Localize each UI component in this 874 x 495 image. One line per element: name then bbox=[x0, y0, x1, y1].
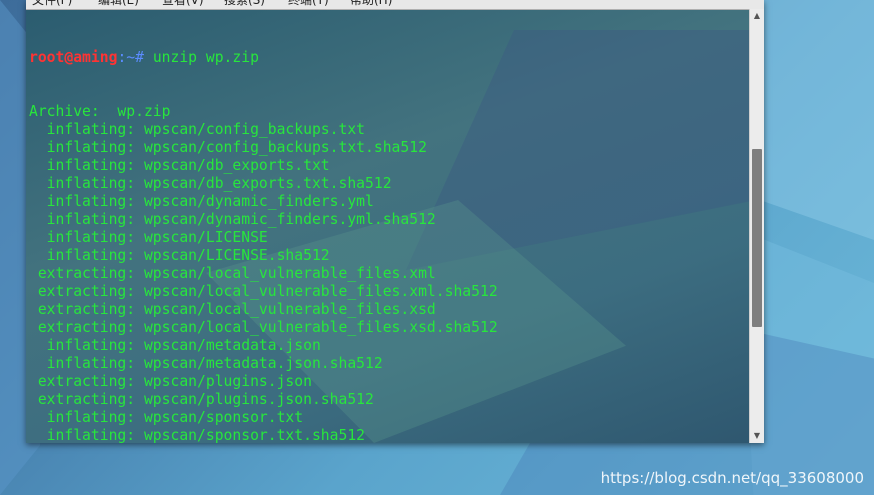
menu-item-edit[interactable]: 编辑(E) bbox=[98, 0, 139, 8]
menu-item-terminal[interactable]: 终端(T) bbox=[288, 0, 329, 8]
terminal-window[interactable]: 文件(F) 编辑(E) 查看(V) 搜索(S) 终端(T) 帮助(H) root… bbox=[26, 0, 764, 443]
output-line: inflating: wpscan/config_backups.txt.sha… bbox=[29, 139, 427, 156]
scroll-down-arrow-icon[interactable]: ▼ bbox=[750, 429, 764, 443]
output-line: extracting: wpscan/plugins.json bbox=[29, 373, 312, 390]
output-line: Archive: wp.zip bbox=[29, 103, 171, 120]
output-lines: Archive: wp.zip inflating: wpscan/config… bbox=[29, 103, 751, 443]
menu-item-file[interactable]: 文件(F) bbox=[32, 0, 72, 8]
prompt-line: root@aming:~# unzip wp.zip bbox=[29, 49, 751, 67]
output-line: inflating: wpscan/metadata.json bbox=[29, 337, 321, 354]
vertical-scrollbar[interactable]: ▲ ▼ bbox=[749, 9, 764, 443]
output-line: inflating: wpscan/dynamic_finders.yml bbox=[29, 193, 374, 210]
scroll-up-arrow-icon[interactable]: ▲ bbox=[750, 9, 764, 23]
menu-item-search[interactable]: 搜索(S) bbox=[224, 0, 265, 8]
output-line: inflating: wpscan/sponsor.txt.sha512 bbox=[29, 427, 366, 443]
output-line: inflating: wpscan/sponsor.txt bbox=[29, 409, 304, 426]
output-line: inflating: wpscan/LICENSE bbox=[29, 229, 268, 246]
output-line: inflating: wpscan/dynamic_finders.yml.sh… bbox=[29, 211, 436, 228]
menu-item-help[interactable]: 帮助(H) bbox=[350, 0, 392, 8]
output-line: inflating: wpscan/db_exports.txt.sha512 bbox=[29, 175, 392, 192]
output-line: extracting: wpscan/local_vulnerable_file… bbox=[29, 301, 436, 318]
menu-bar: 文件(F) 编辑(E) 查看(V) 搜索(S) 终端(T) 帮助(H) bbox=[26, 0, 764, 10]
output-line: inflating: wpscan/LICENSE.sha512 bbox=[29, 247, 330, 264]
menu-item-view[interactable]: 查看(V) bbox=[162, 0, 204, 8]
output-line: extracting: wpscan/local_vulnerable_file… bbox=[29, 283, 498, 300]
watermark-text: https://blog.csdn.net/qq_33608000 bbox=[600, 469, 864, 487]
output-line: inflating: wpscan/metadata.json.sha512 bbox=[29, 355, 383, 372]
scrollbar-thumb[interactable] bbox=[752, 148, 762, 328]
command-text: unzip wp.zip bbox=[152, 49, 259, 66]
output-line: extracting: wpscan/local_vulnerable_file… bbox=[29, 265, 436, 282]
terminal-output[interactable]: root@aming:~# unzip wp.zip Archive: wp.z… bbox=[29, 13, 751, 443]
output-line: extracting: wpscan/plugins.json.sha512 bbox=[29, 391, 374, 408]
output-line: inflating: wpscan/config_backups.txt bbox=[29, 121, 366, 138]
output-line: extracting: wpscan/local_vulnerable_file… bbox=[29, 319, 498, 336]
prompt-user: root@aming bbox=[29, 49, 118, 66]
output-line: inflating: wpscan/db_exports.txt bbox=[29, 157, 330, 174]
prompt-separator: :~# bbox=[117, 49, 153, 66]
